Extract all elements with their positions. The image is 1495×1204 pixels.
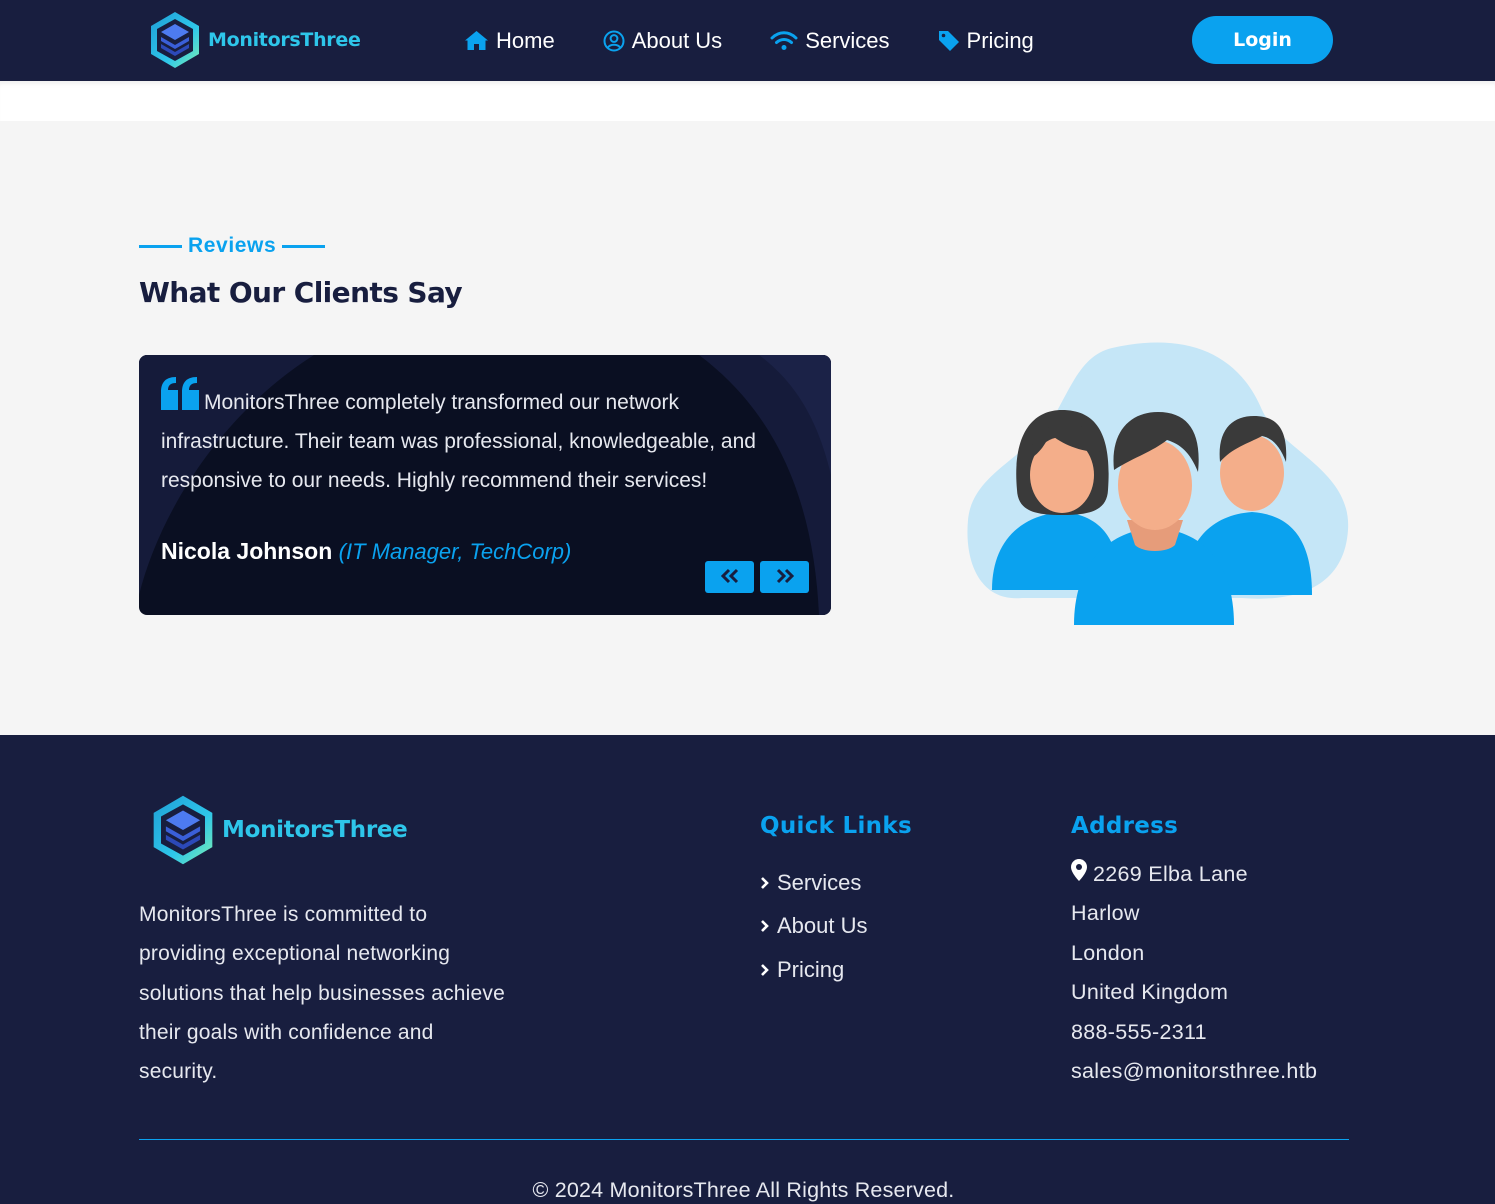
address-block: 2269 Elba Lane Harlow London United King…	[1071, 855, 1317, 1091]
quick-link-about[interactable]: About Us	[760, 905, 868, 949]
nav-pricing[interactable]: Pricing	[938, 28, 1034, 54]
quick-link-label: Pricing	[777, 956, 845, 982]
address-street: 2269 Elba Lane	[1093, 862, 1248, 886]
next-review-button[interactable]	[760, 561, 809, 593]
user-circle-icon	[603, 30, 625, 52]
footer-brand-logo[interactable]: MonitorsThree	[150, 793, 408, 867]
testimonial-card: MonitorsThree completely transformed our…	[139, 355, 831, 615]
quick-link-label: About Us	[777, 913, 868, 939]
address-town: Harlow	[1071, 901, 1140, 926]
brand-logo[interactable]: MonitorsThree	[148, 10, 361, 70]
map-marker-icon	[1071, 855, 1087, 894]
cube-logo-icon	[151, 12, 199, 68]
quick-link-services[interactable]: Services	[760, 861, 868, 905]
tag-icon	[938, 29, 960, 53]
site-footer: MonitorsThree MonitorsThree is committed…	[0, 735, 1495, 1204]
quick-links-title: Quick Links	[760, 813, 912, 839]
wifi-icon	[770, 30, 798, 51]
double-chevron-right-icon	[776, 568, 794, 587]
clients-group-illustration	[962, 340, 1354, 637]
brand-name: MonitorsThree	[208, 29, 361, 51]
chevron-right-icon	[760, 870, 770, 896]
quick-link-pricing[interactable]: Pricing	[760, 948, 868, 992]
home-icon	[464, 30, 489, 51]
address-country: United Kingdom	[1071, 980, 1229, 1005]
footer-description: MonitorsThree is committed to providing …	[139, 903, 505, 1084]
nav-about-label: About Us	[631, 27, 723, 53]
nav-pricing-label: Pricing	[966, 27, 1034, 53]
quick-links-list: Services About Us Pricing	[760, 861, 868, 992]
header-spacer	[0, 81, 1495, 121]
chevron-right-icon	[760, 913, 770, 939]
address-title: Address	[1071, 813, 1179, 839]
eyebrow-line-right	[282, 244, 326, 248]
eyebrow-label: Reviews	[188, 234, 277, 257]
address-city: London	[1071, 940, 1145, 965]
author-name: Nicola Johnson	[161, 538, 333, 564]
section-title: What Our Clients Say	[139, 276, 463, 309]
nav-about[interactable]: About Us	[603, 27, 723, 54]
cube-logo-icon	[153, 795, 213, 865]
testimonial-author: Nicola Johnson (IT Manager, TechCorp)	[161, 538, 571, 565]
author-role: (IT Manager, TechCorp)	[338, 539, 572, 564]
nav-services-label: Services	[805, 27, 890, 53]
login-button[interactable]: Login	[1192, 16, 1333, 64]
double-chevron-left-icon	[720, 568, 739, 587]
quick-link-label: Services	[777, 869, 862, 895]
top-navbar: MonitorsThree Home About Us Services Pri…	[0, 0, 1495, 81]
prev-review-button[interactable]	[705, 561, 754, 593]
copyright-text: © 2024 MonitorsThree All Rights Reserved…	[532, 1178, 955, 1202]
nav-services[interactable]: Services	[770, 27, 890, 54]
nav-home[interactable]: Home	[464, 28, 555, 54]
main-nav: Home About Us Services Pricing	[464, 0, 1082, 81]
address-street-row: 2269 Elba Lane	[1071, 855, 1317, 894]
address-phone[interactable]: 888-555-2311	[1071, 1013, 1317, 1052]
testimonial-text: MonitorsThree completely transformed our…	[161, 391, 756, 492]
nav-home-label: Home	[496, 27, 555, 53]
footer-brand-name: MonitorsThree	[222, 817, 408, 843]
footer-divider	[139, 1139, 1349, 1140]
section-eyebrow: Reviews	[139, 234, 326, 258]
chevron-right-icon	[760, 957, 770, 983]
address-email[interactable]: sales@monitorsthree.htb	[1071, 1052, 1317, 1091]
eyebrow-line-left	[139, 244, 182, 248]
